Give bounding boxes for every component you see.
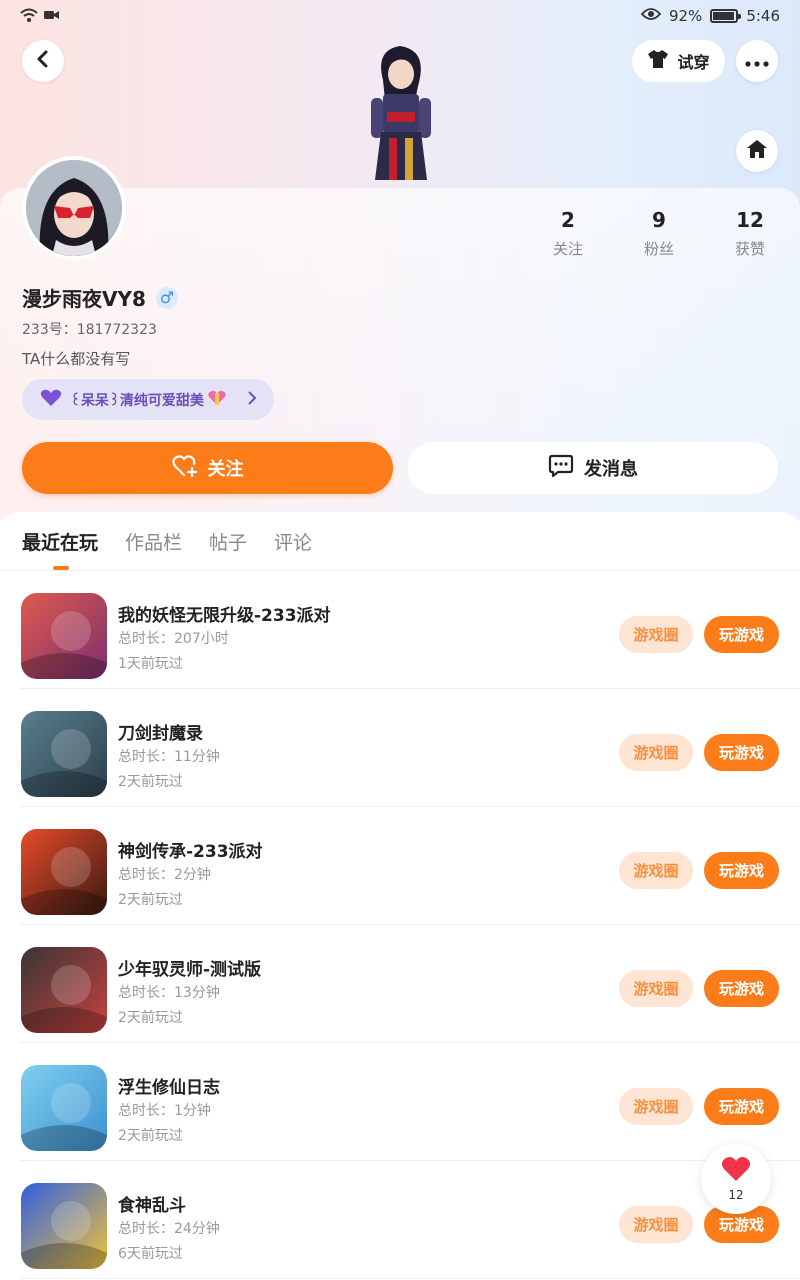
game-name: 我的妖怪无限升级-233派对 [118, 606, 331, 626]
game-circle-button[interactable]: 游戏圈 [619, 970, 693, 1007]
game-icon[interactable] [21, 1183, 107, 1269]
character-avatar-figure [345, 40, 455, 190]
floating-like-button[interactable]: 12 [701, 1144, 771, 1214]
game-duration: 总时长：1分钟 [118, 1103, 211, 1119]
like-count: 12 [728, 1188, 744, 1202]
chevron-right-icon [248, 390, 257, 409]
game-circle-button[interactable]: 游戏圈 [619, 852, 693, 889]
game-icon[interactable] [21, 711, 107, 797]
game-last-played: 1天前玩过 [118, 656, 183, 672]
game-last-played: 2天前玩过 [118, 774, 183, 790]
stat-likes[interactable]: 12 获赞 [715, 208, 785, 259]
more-button[interactable] [736, 40, 778, 82]
battery-icon [710, 9, 742, 23]
title-badge[interactable]: ꒰呆呆꒱清纯可爱甜美 [22, 379, 274, 420]
heart-icon [721, 1156, 751, 1186]
profile-tabs: 最近在玩 作品栏 帖子 评论 [22, 528, 312, 555]
game-icon[interactable] [21, 947, 107, 1033]
heart-plus-icon [171, 454, 198, 483]
user-id: 233号：181772323 [22, 322, 157, 338]
game-row[interactable]: 少年驭灵师-测试版总时长：13分钟 2天前玩过 游戏圈 玩游戏 [0, 925, 800, 1043]
bio: TA什么都没有写 [22, 350, 131, 368]
wifi-icon [20, 8, 38, 28]
home-icon [746, 139, 768, 163]
camera-icon [44, 8, 60, 28]
stat-value: 12 [736, 208, 764, 232]
back-button[interactable] [22, 40, 64, 82]
male-gender-icon: ♂ [155, 286, 178, 309]
stat-label: 关注 [552, 240, 583, 258]
game-name: 食神乱斗 [118, 1196, 186, 1216]
game-name: 浮生修仙日志 [118, 1078, 220, 1098]
row-divider [21, 1278, 800, 1279]
username-row: 漫步雨夜VY8 ♂ [22, 283, 178, 312]
play-game-button[interactable]: 玩游戏 [704, 616, 779, 653]
game-duration: 总时长：11分钟 [118, 749, 220, 765]
stat-following[interactable]: 2 关注 [533, 208, 603, 259]
message-label: 发消息 [584, 459, 638, 480]
game-name: 少年驭灵师-测试版 [118, 960, 262, 980]
stat-value: 9 [652, 208, 666, 232]
game-circle-button[interactable]: 游戏圈 [619, 616, 693, 653]
game-duration: 总时长：24分钟 [118, 1221, 220, 1237]
status-bar: 92% 5:46 [0, 0, 800, 34]
try-on-button[interactable]: 试穿 [632, 40, 725, 82]
game-row[interactable]: 刀剑封魔录总时长：11分钟 2天前玩过 游戏圈 玩游戏 [0, 689, 800, 807]
game-circle-button[interactable]: 游戏圈 [619, 1088, 693, 1125]
game-last-played: 2天前玩过 [118, 1010, 183, 1026]
clock: 5:46 [746, 7, 780, 25]
try-on-label: 试穿 [677, 53, 710, 72]
follow-button[interactable]: 关注 [22, 442, 393, 494]
stat-label: 获赞 [734, 240, 765, 258]
avatar[interactable] [22, 156, 126, 260]
game-circle-button[interactable]: 游戏圈 [619, 1206, 693, 1243]
badge-text: ꒰呆呆꒱清纯可爱甜美 [70, 392, 204, 409]
shirt-icon [647, 49, 669, 73]
game-icon[interactable] [21, 829, 107, 915]
follow-label: 关注 [207, 459, 244, 480]
game-circle-button[interactable]: 游戏圈 [619, 734, 693, 771]
game-row[interactable]: 我的妖怪无限升级-233派对总时长：207小时 1天前玩过 游戏圈 玩游戏 [0, 571, 800, 689]
play-game-button[interactable]: 玩游戏 [704, 852, 779, 889]
game-row[interactable]: 食神乱斗 总时长：24分钟 6天前玩过 游戏圈 玩游戏 [0, 1161, 800, 1279]
game-duration: 总时长：2分钟 [118, 867, 211, 883]
game-last-played: 2天前玩过 [118, 1128, 183, 1144]
play-game-button[interactable]: 玩游戏 [704, 970, 779, 1007]
game-icon[interactable] [21, 593, 107, 679]
game-last-played: 2天前玩过 [118, 892, 183, 908]
send-message-button[interactable]: 发消息 [408, 442, 778, 494]
more-horizontal-icon [745, 52, 769, 71]
stat-fans[interactable]: 9 粉丝 [624, 208, 694, 259]
stat-value: 2 [561, 208, 575, 232]
game-name: 刀剑封魔录 [118, 724, 203, 744]
chat-bubble-icon [548, 454, 574, 483]
game-row[interactable]: 浮生修仙日志总时长：1分钟 2天前玩过 游戏圈 玩游戏 [0, 1043, 800, 1161]
home-button[interactable] [736, 130, 778, 172]
game-name: 神剑传承-233派对 [118, 842, 263, 862]
tab-recent-played[interactable]: 最近在玩 [22, 528, 98, 555]
tab-works[interactable]: 作品栏 [125, 528, 182, 555]
eye-icon [640, 7, 662, 25]
play-game-button[interactable]: 玩游戏 [704, 734, 779, 771]
play-game-button[interactable]: 玩游戏 [704, 1088, 779, 1125]
game-duration: 总时长：207小时 [118, 631, 229, 647]
battery-percent: 92% [668, 7, 703, 25]
game-duration: 总时长：13分钟 [118, 985, 220, 1001]
username: 漫步雨夜VY8 [22, 287, 146, 311]
game-icon[interactable] [21, 1065, 107, 1151]
stat-label: 粉丝 [643, 240, 674, 258]
tab-comments[interactable]: 评论 [274, 528, 312, 555]
chevron-left-icon [36, 50, 50, 72]
gift-heart-icon [208, 390, 226, 410]
game-row[interactable]: 神剑传承-233派对总时长：2分钟 2天前玩过 游戏圈 玩游戏 [0, 807, 800, 925]
tab-posts[interactable]: 帖子 [209, 528, 247, 555]
purple-heart-icon [40, 389, 62, 411]
game-last-played: 6天前玩过 [118, 1246, 183, 1262]
